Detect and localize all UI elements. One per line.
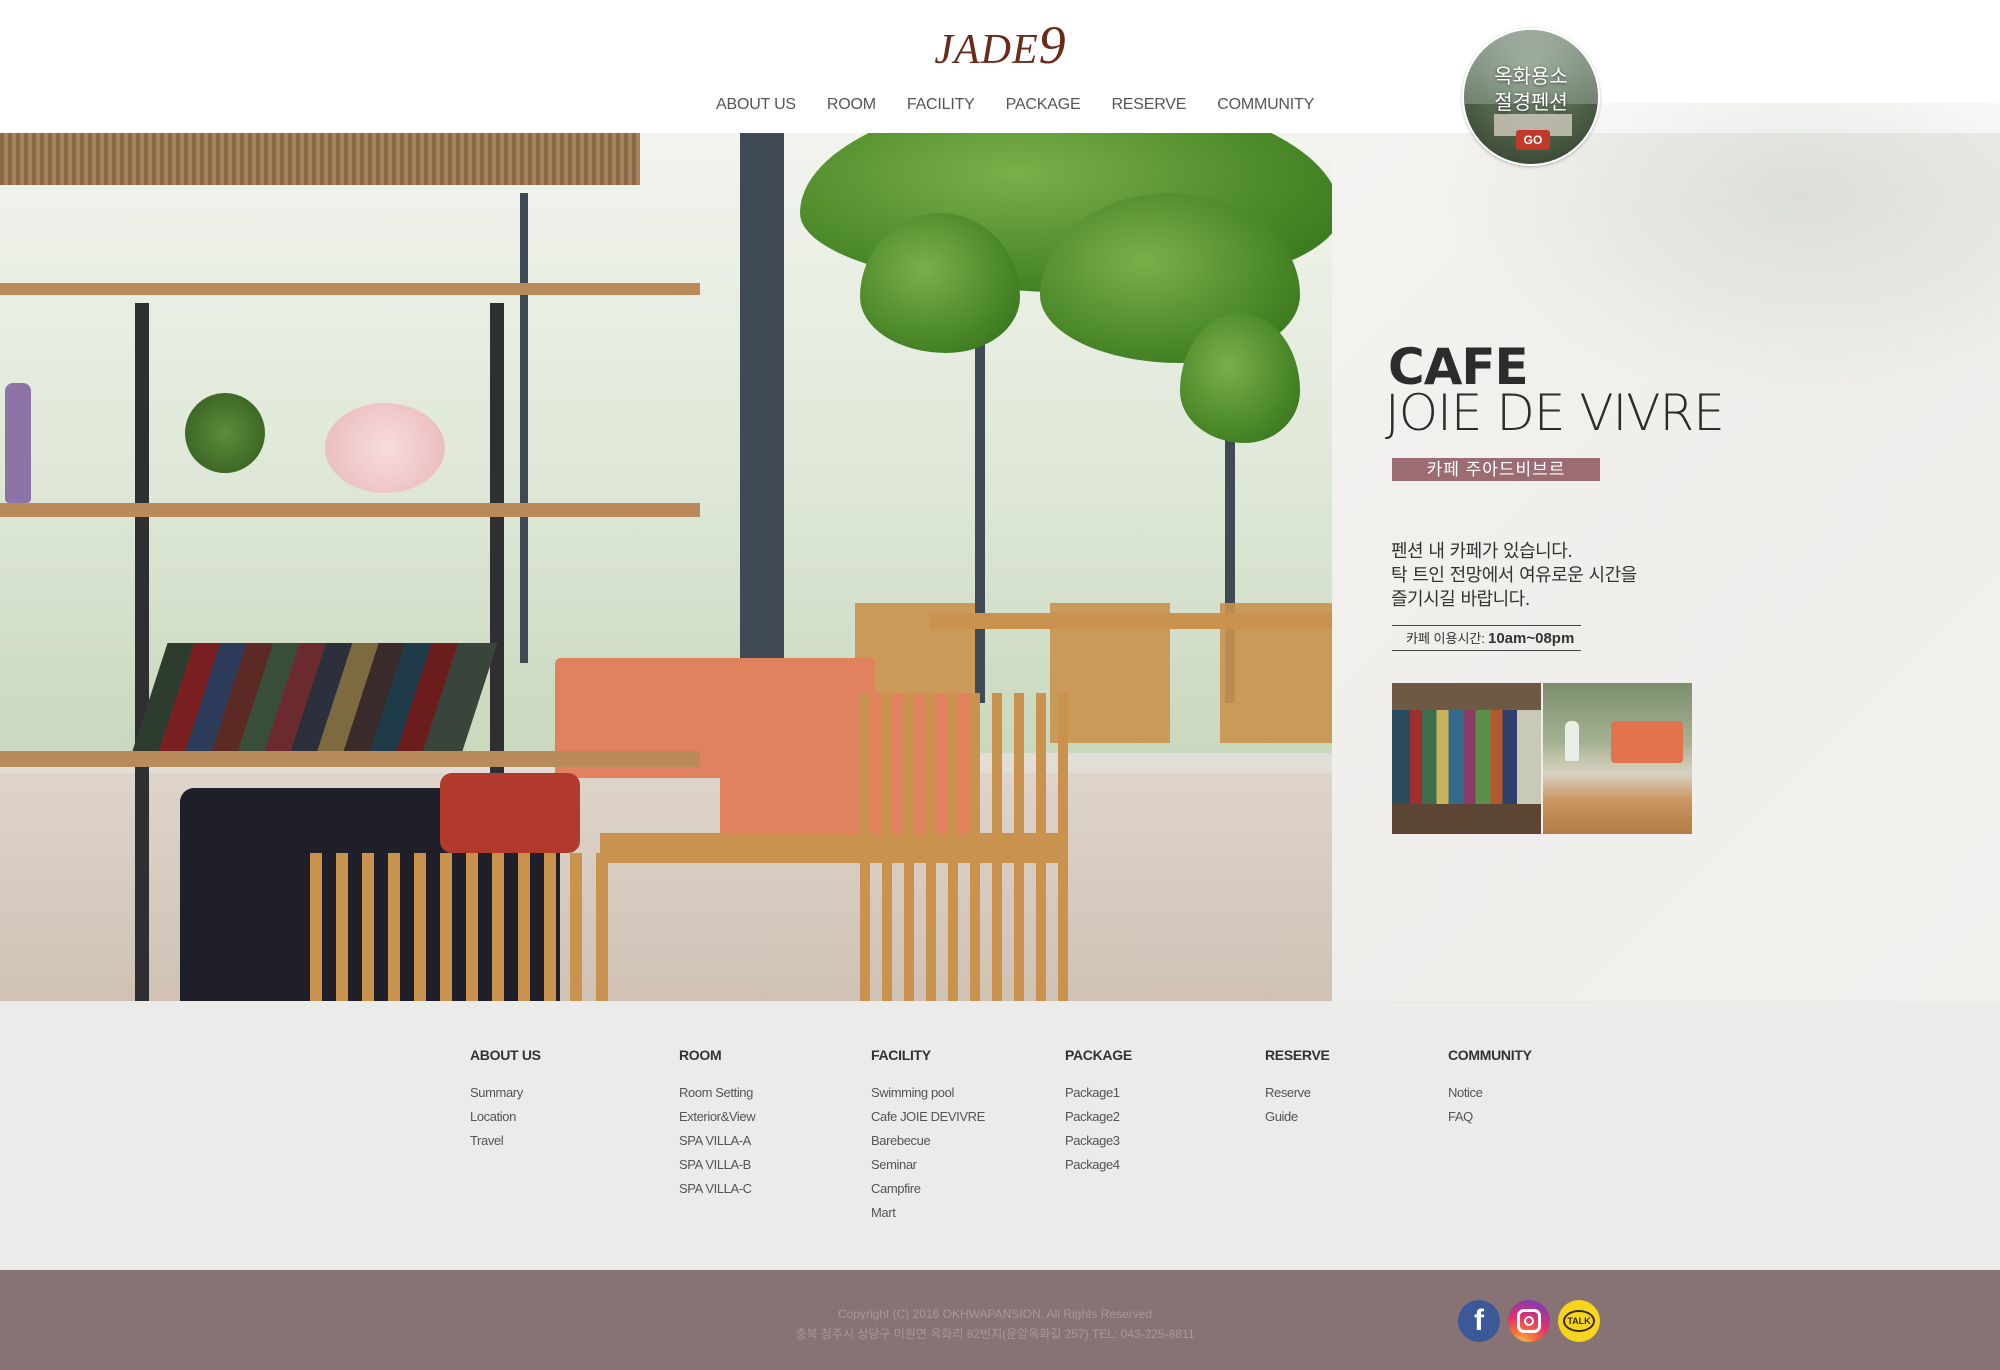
nav-about-us[interactable]: ABOUT US bbox=[716, 96, 796, 120]
footer-link-spa-villa-c[interactable]: SPA VILLA-C bbox=[679, 1177, 755, 1201]
instagram-glyph bbox=[1517, 1309, 1541, 1333]
cafe-thumbnails bbox=[1392, 683, 1693, 834]
bottom-bar: Copyright (C) 2016 OKHWAPANSION. All Rig… bbox=[0, 1270, 2000, 1370]
footer-link-faq[interactable]: FAQ bbox=[1448, 1105, 1532, 1129]
hero-section: CAFE JOIE DE VIVRE 카페 주아드비브르 펜션 내 카페가 있습… bbox=[0, 103, 2000, 1001]
thumbnail-cafe-table[interactable] bbox=[1543, 683, 1692, 834]
cafe-hours: 카페 이용시간: 10am~08pm bbox=[1392, 625, 1581, 651]
footer-col-community: COMMUNITY Notice FAQ bbox=[1448, 1047, 1532, 1129]
footer-col-facility: FACILITY Swimming pool Cafe JOIE DEVIVRE… bbox=[871, 1047, 985, 1225]
photo-mullion bbox=[520, 193, 528, 663]
instagram-icon[interactable] bbox=[1508, 1300, 1550, 1342]
photo-pillar bbox=[740, 133, 784, 693]
footer-link-swimming-pool[interactable]: Swimming pool bbox=[871, 1081, 985, 1105]
main-nav: ABOUT US ROOM FACILITY PACKAGE RESERVE C… bbox=[716, 96, 1314, 120]
photo-shelf bbox=[0, 751, 700, 767]
photo-chair-slats bbox=[860, 693, 1070, 1001]
footer-col-title[interactable]: ABOUT US bbox=[470, 1047, 541, 1063]
footer-link-notice[interactable]: Notice bbox=[1448, 1081, 1532, 1105]
nav-room[interactable]: ROOM bbox=[827, 96, 876, 120]
cafe-description-line-1: 펜션 내 카페가 있습니다. bbox=[1391, 541, 1573, 562]
photo-flowers bbox=[325, 403, 445, 493]
cafe-description: 펜션 내 카페가 있습니다. 탁 트인 전망에서 여유로운 시간을 즐기시길 바… bbox=[1391, 540, 1711, 612]
footer-col-title[interactable]: FACILITY bbox=[871, 1047, 985, 1063]
footer-col-title[interactable]: ROOM bbox=[679, 1047, 755, 1063]
footer-link-mart[interactable]: Mart bbox=[871, 1201, 985, 1225]
photo-shelf bbox=[0, 503, 700, 517]
footer-link-summary[interactable]: Summary bbox=[470, 1081, 541, 1105]
footer-link-barbecue[interactable]: Barebecue bbox=[871, 1129, 985, 1153]
footer-col-about-us: ABOUT US Summary Location Travel bbox=[470, 1047, 541, 1153]
photo-shelf bbox=[0, 283, 700, 295]
thumbnail-bookshelf[interactable] bbox=[1392, 683, 1541, 834]
footer-link-location[interactable]: Location bbox=[470, 1105, 541, 1129]
nav-facility[interactable]: FACILITY bbox=[907, 96, 975, 120]
promo-circle-button[interactable]: 옥화용소 절경펜션 GO bbox=[1462, 28, 1600, 166]
footer-link-travel[interactable]: Travel bbox=[470, 1129, 541, 1153]
nav-community[interactable]: COMMUNITY bbox=[1217, 96, 1314, 120]
photo-shelf-post bbox=[135, 303, 149, 1001]
social-links: f TALK bbox=[1458, 1300, 1600, 1342]
promo-line-2: 절경펜션 bbox=[1494, 90, 1568, 114]
footer-col-title[interactable]: RESERVE bbox=[1265, 1047, 1330, 1063]
cafe-description-line-3: 즐기시길 바랍니다. bbox=[1391, 589, 1530, 610]
kakaotalk-bubble: TALK bbox=[1563, 1310, 1595, 1332]
photo-plant bbox=[185, 393, 265, 473]
footer-col-room: ROOM Room Setting Exterior&View SPA VILL… bbox=[679, 1047, 756, 1201]
logo-text: JADE bbox=[934, 27, 1039, 73]
footer-link-package-3[interactable]: Package3 bbox=[1065, 1129, 1132, 1153]
footer-link-guide[interactable]: Guide bbox=[1265, 1105, 1330, 1129]
copyright-text: Copyright (C) 2016 OKHWAPANSION. All Rig… bbox=[837, 1307, 1153, 1321]
footer-link-seminar[interactable]: Seminar bbox=[871, 1153, 985, 1177]
footer-link-package-4[interactable]: Package4 bbox=[1065, 1153, 1132, 1177]
footer-sitemap: ABOUT US Summary Location Travel ROOM Ro… bbox=[0, 1001, 2000, 1270]
cafe-hours-value: 10am~08pm bbox=[1487, 630, 1575, 647]
photo-bottle bbox=[5, 383, 31, 503]
address-text: 충북 청주시 상당구 미원면 옥화리 82번지(운암옥화길 257) TEL: … bbox=[795, 1327, 1195, 1341]
cafe-subtitle: JOIE DE VIVRE bbox=[1385, 384, 1725, 442]
cafe-hours-label: 카페 이용시간: bbox=[1406, 631, 1485, 646]
footer-col-title[interactable]: COMMUNITY bbox=[1448, 1047, 1532, 1063]
nav-reserve[interactable]: RESERVE bbox=[1111, 96, 1186, 120]
photo-foreground-chair bbox=[310, 853, 610, 1001]
promo-go-button[interactable]: GO bbox=[1516, 130, 1550, 150]
cafe-korean-badge: 카페 주아드비브르 bbox=[1392, 458, 1600, 481]
photo-red-cushion bbox=[440, 773, 580, 853]
copyright-block: Copyright (C) 2016 OKHWAPANSION. All Rig… bbox=[0, 1304, 1990, 1344]
cafe-description-line-2: 탁 트인 전망에서 여유로운 시간을 bbox=[1391, 565, 1637, 586]
jade9-logo[interactable]: JADE9 bbox=[925, 14, 1075, 76]
footer-link-spa-villa-b[interactable]: SPA VILLA-B bbox=[679, 1153, 755, 1177]
page: JADE9 ABOUT US ROOM FACILITY PACKAGE RES… bbox=[0, 0, 2000, 1370]
kakaotalk-icon[interactable]: TALK bbox=[1558, 1300, 1600, 1342]
footer-link-campfire[interactable]: Campfire bbox=[871, 1177, 985, 1201]
footer-link-cafe[interactable]: Cafe JOIE DEVIVRE bbox=[871, 1105, 985, 1129]
logo-number: 9 bbox=[1038, 15, 1066, 75]
footer-col-reserve: RESERVE Reserve Guide bbox=[1265, 1047, 1330, 1129]
photo-books bbox=[132, 643, 498, 751]
footer-link-exterior-view[interactable]: Exterior&View bbox=[679, 1105, 756, 1129]
footer-link-reserve[interactable]: Reserve bbox=[1265, 1081, 1330, 1105]
footer-link-spa-villa-a[interactable]: SPA VILLA-A bbox=[679, 1129, 755, 1153]
footer-link-package-2[interactable]: Package2 bbox=[1065, 1105, 1132, 1129]
footer-link-package-1[interactable]: Package1 bbox=[1065, 1081, 1132, 1105]
photo-window-blinds bbox=[0, 133, 640, 185]
footer-col-package: PACKAGE Package1 Package2 Package3 Packa… bbox=[1065, 1047, 1132, 1177]
footer-col-title[interactable]: PACKAGE bbox=[1065, 1047, 1132, 1063]
nav-package[interactable]: PACKAGE bbox=[1006, 96, 1081, 120]
footer-link-room-setting[interactable]: Room Setting bbox=[679, 1081, 755, 1105]
cafe-interior-photo bbox=[0, 133, 1332, 1001]
facebook-icon[interactable]: f bbox=[1458, 1300, 1500, 1342]
promo-line-1: 옥화용소 bbox=[1494, 64, 1568, 88]
photo-chair bbox=[1220, 603, 1332, 743]
